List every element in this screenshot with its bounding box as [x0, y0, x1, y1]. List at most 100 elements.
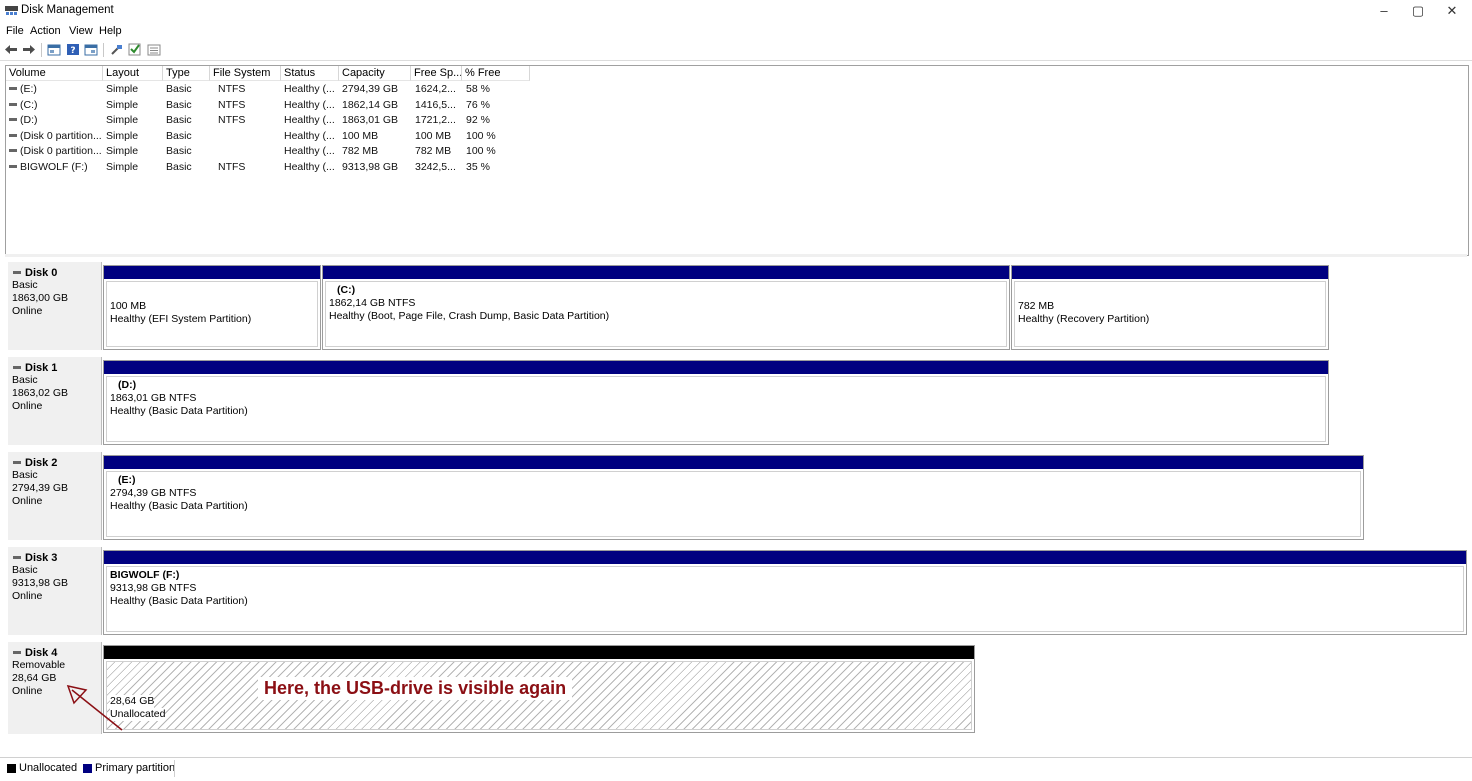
column-header-layout[interactable]: Layout — [103, 66, 163, 81]
table-row[interactable]: (Disk 0 partition... Simple Basic Healthy (… — [6, 144, 1466, 158]
column-header-capacity[interactable]: Capacity — [339, 66, 411, 81]
disk-size: 9313,98 GB — [12, 577, 69, 589]
cell-volume: (Disk 0 partition... — [20, 145, 102, 157]
disk-management-app-icon — [5, 6, 18, 15]
toolbar-separator — [103, 43, 104, 57]
cell-free-space: 1624,2... — [415, 83, 456, 95]
primary-partition-bar — [323, 266, 1009, 279]
disk-icon — [13, 270, 21, 274]
cell-status: Healthy (... — [284, 114, 335, 126]
cell-file-system: NTFS — [218, 83, 246, 95]
table-row[interactable]: (D:) Simple Basic NTFS Healthy (... 1863,01 G… — [6, 113, 1466, 127]
cell-status: Healthy (... — [284, 160, 335, 173]
disk-type: Removable — [12, 659, 66, 671]
disk-label-1[interactable]: Disk 1 Basic 1863,02 GB Online — [8, 357, 102, 445]
table-row[interactable]: (C:) Simple Basic NTFS Healthy (... 1862,14 G… — [6, 98, 1466, 112]
partition-status: Healthy (EFI System Partition) — [110, 313, 252, 325]
disk-status: Online — [12, 400, 43, 412]
column-header-file-system[interactable]: File System — [210, 66, 281, 81]
partition-disk0-c[interactable]: (C:) 1862,14 GB NTFS Healthy (Boot, Page… — [322, 265, 1010, 350]
menu-file[interactable]: File — [6, 25, 24, 37]
cell-type: Basic — [166, 98, 192, 111]
pane-splitter[interactable] — [5, 254, 1467, 257]
cell-volume: (C:) — [20, 98, 38, 111]
back-icon[interactable] — [4, 43, 18, 56]
partition-size: 1862,14 GB NTFS — [329, 297, 416, 309]
cell-percent-free: 92 % — [466, 114, 490, 126]
cell-status: Healthy (... — [284, 98, 335, 111]
menu-bar: File Action View Help — [0, 22, 1472, 40]
cell-capacity: 9313,98 GB — [342, 160, 399, 173]
legend-bar: Unallocated Primary partition — [0, 757, 1472, 781]
disk-type: Basic — [12, 564, 38, 576]
help-icon[interactable]: ? — [66, 43, 80, 56]
table-row[interactable]: BIGWOLF (F:) Simple Basic NTFS Healthy (... 9… — [6, 160, 1466, 174]
disk-label-2[interactable]: Disk 2 Basic 2794,39 GB Online — [8, 452, 102, 540]
partition-status: Healthy (Recovery Partition) — [1018, 313, 1150, 325]
disk-size: 1863,02 GB — [12, 387, 69, 399]
disk-label-0[interactable]: Disk 0 Basic 1863,00 GB Online — [8, 262, 102, 350]
volume-list[interactable]: Volume Layout Type File System Status Ca… — [5, 65, 1469, 256]
cell-type: Basic — [166, 160, 192, 173]
column-header-type[interactable]: Type — [163, 66, 210, 81]
menu-help[interactable]: Help — [99, 25, 122, 37]
legend-divider — [174, 760, 175, 777]
cell-free-space: 1416,5... — [415, 98, 456, 111]
menu-view[interactable]: View — [69, 25, 93, 37]
forward-icon[interactable] — [22, 43, 36, 56]
cell-capacity: 1862,14 GB — [342, 98, 399, 111]
table-row[interactable]: (E:) Simple Basic NTFS Healthy (... 2794,39 G… — [6, 82, 1466, 96]
cell-type: Basic — [166, 83, 192, 95]
disk-label-3[interactable]: Disk 3 Basic 9313,98 GB Online — [8, 547, 102, 635]
partition-disk0-recovery[interactable]: 782 MB Healthy (Recovery Partition) — [1011, 265, 1329, 350]
disk-type: Basic — [12, 279, 38, 291]
partition-disk1-d[interactable]: (D:) 1863,01 GB NTFS Healthy (Basic Data… — [103, 360, 1329, 445]
partition-size: 100 MB — [110, 300, 147, 312]
title-bar: Disk Management – ▢ ✕ — [0, 0, 1472, 22]
partition-disk3-f[interactable]: BIGWOLF (F:) 9313,98 GB NTFS Healthy (Ba… — [103, 550, 1467, 635]
disk-status: Online — [12, 305, 43, 317]
legend-unallocated: Unallocated — [19, 762, 78, 774]
cell-file-system: NTFS — [218, 160, 246, 173]
disk-status: Online — [12, 495, 43, 507]
disk-name: Disk 2 — [25, 457, 58, 469]
partition-size: 1863,01 GB NTFS — [110, 392, 197, 404]
column-header-status[interactable]: Status — [281, 66, 339, 81]
properties-icon[interactable] — [47, 43, 61, 56]
column-header-volume[interactable]: Volume — [6, 66, 103, 81]
list-icon[interactable] — [147, 43, 161, 56]
disk-name: Disk 1 — [25, 362, 58, 374]
cell-volume: (Disk 0 partition... — [20, 129, 102, 142]
menu-action[interactable]: Action — [30, 25, 61, 37]
cell-percent-free: 76 % — [466, 98, 490, 111]
close-button[interactable]: ✕ — [1430, 0, 1472, 22]
cell-layout: Simple — [106, 114, 139, 126]
disk-name: Disk 0 — [25, 267, 58, 279]
partition-name: (D:) — [118, 379, 137, 391]
partition-size: 9313,98 GB NTFS — [110, 582, 197, 594]
cell-free-space: 1721,2... — [415, 114, 456, 126]
primary-partition-bar — [104, 361, 1328, 374]
console-icon[interactable] — [84, 43, 98, 56]
cell-layout: Simple — [106, 160, 139, 173]
connect-icon[interactable] — [110, 43, 124, 56]
disk-name: Disk 3 — [25, 552, 58, 564]
disk-status: Online — [12, 590, 43, 602]
column-header-free-space[interactable]: Free Sp... — [411, 66, 462, 81]
disk-size: 2794,39 GB — [12, 482, 69, 494]
cell-status: Healthy (... — [284, 145, 335, 157]
partition-disk2-e[interactable]: (E:) 2794,39 GB NTFS Healthy (Basic Data… — [103, 455, 1364, 540]
toolbar-separator — [41, 43, 42, 57]
toolbar: ? — [0, 40, 1472, 61]
svg-text:?: ? — [70, 46, 75, 56]
disk-icon — [13, 460, 21, 464]
check-icon[interactable] — [128, 43, 142, 56]
table-row[interactable]: (Disk 0 partition... Simple Basic Healthy (… — [6, 129, 1466, 143]
column-header-percent-free[interactable]: % Free — [462, 66, 530, 81]
disk-icon — [13, 650, 21, 654]
cell-percent-free: 58 % — [466, 83, 490, 95]
cell-layout: Simple — [106, 145, 139, 157]
partition-status: Healthy (Boot, Page File, Crash Dump, Ba… — [329, 310, 610, 322]
partition-disk0-efi[interactable]: 100 MB Healthy (EFI System Partition) — [103, 265, 321, 350]
legend-primary-partition: Primary partition — [95, 762, 176, 774]
